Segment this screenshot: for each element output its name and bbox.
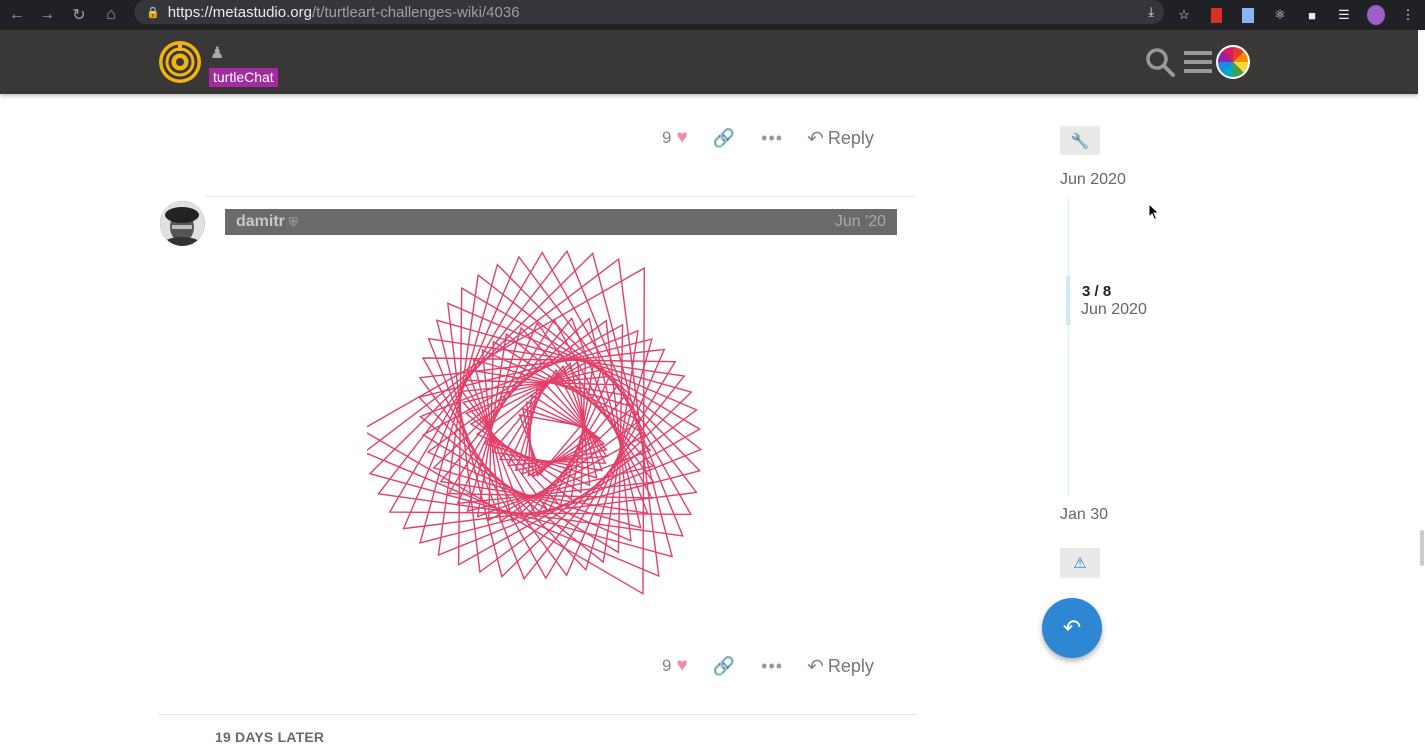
react-extension-icon[interactable]: ⚛ <box>1271 6 1289 24</box>
profile-avatar-icon[interactable] <box>1367 5 1385 25</box>
prev-post-actions: 9 ♥ 🔗 ••• ↶ Reply <box>662 123 874 153</box>
install-icon[interactable]: ⤓ <box>1148 4 1154 20</box>
timeline-start-date[interactable]: Jun 2020 <box>1060 171 1126 189</box>
category-badge[interactable]: turtleChat <box>209 68 278 87</box>
browser-menu-icon[interactable]: ⋮ <box>1399 6 1417 24</box>
time-gap-label: 19 DAYS LATER <box>215 729 325 745</box>
scrollbar[interactable] <box>1418 30 1425 752</box>
puzzle-extension-icon[interactable]: ■ <box>1303 6 1321 24</box>
wrench-icon[interactable]: 🔧 <box>1060 126 1100 155</box>
address-bar[interactable]: 🔒 https://metastudio.org/t/turtleart-cha… <box>134 0 1164 24</box>
mouse-cursor <box>1148 203 1160 221</box>
spiral-triangle <box>367 266 646 595</box>
url-host: https://metastudio.org <box>167 3 312 21</box>
back-icon[interactable]: ← <box>2 0 32 30</box>
bookmark-extension-icon[interactable] <box>1207 6 1225 24</box>
search-icon[interactable] <box>1145 47 1175 77</box>
post-date[interactable]: Jun '20 <box>835 213 886 231</box>
reload-icon[interactable]: ↻ <box>64 0 94 30</box>
timeline-handle[interactable] <box>1066 276 1070 325</box>
timeline-position-date: Jun 2020 <box>1081 301 1147 318</box>
user-avatar[interactable] <box>1216 45 1250 79</box>
reply-icon: ↶ <box>807 655 824 678</box>
link-icon[interactable]: 🔗 <box>713 128 735 149</box>
site-header: ♟ turtleChat <box>0 30 1418 94</box>
lock-icon: 🔒 <box>146 6 160 19</box>
url-path: /t/turtleart-challenges-wiki/4036 <box>311 3 520 21</box>
author-photo <box>160 201 205 246</box>
heart-icon[interactable]: ♥ <box>676 127 687 149</box>
author-avatar[interactable] <box>160 201 205 246</box>
post-image[interactable] <box>367 250 743 610</box>
media-queue-icon[interactable]: ☰ <box>1335 6 1353 24</box>
post-header: damitr ⛨ Jun '20 <box>225 209 897 235</box>
like-count[interactable]: 9 <box>662 128 671 148</box>
post-divider <box>205 196 916 197</box>
home-icon[interactable]: ⌂ <box>96 0 126 30</box>
username[interactable]: damitr <box>236 213 285 231</box>
post-divider <box>158 714 917 715</box>
timeline-position: 3 / 8 <box>1082 283 1112 300</box>
reply-label: Reply <box>827 655 874 676</box>
reply-icon: ↶ <box>807 127 824 150</box>
more-icon[interactable]: ••• <box>761 128 783 149</box>
star-icon[interactable]: ☆ <box>1175 6 1193 24</box>
reply-label: Reply <box>827 127 874 148</box>
timeline-track[interactable] <box>1068 198 1069 496</box>
shield-icon: ⛨ <box>288 214 298 229</box>
hamburger-menu-icon[interactable] <box>1184 49 1212 75</box>
site-logo[interactable] <box>158 40 202 84</box>
link-icon[interactable]: 🔗 <box>713 656 735 677</box>
pin-icon: ♟ <box>210 45 225 62</box>
reply-button[interactable]: ↶ Reply <box>807 126 874 151</box>
notification-bell-icon[interactable]: ⚠ <box>1060 548 1100 578</box>
heart-icon[interactable]: ♥ <box>676 655 687 677</box>
forward-icon[interactable]: → <box>32 0 62 30</box>
browser-toolbar: ← → ↻ ⌂ 🔒 https://metastudio.org/t/turtl… <box>0 0 1425 30</box>
timeline-end-date[interactable]: Jan 30 <box>1060 506 1108 524</box>
reply-button[interactable]: ↶ Reply <box>807 654 874 679</box>
scrollbar-thumb[interactable] <box>1420 530 1424 566</box>
docs-extension-icon[interactable] <box>1239 6 1257 24</box>
floating-reply-button[interactable]: ↶ <box>1042 598 1102 658</box>
more-icon[interactable]: ••• <box>761 656 783 677</box>
post-actions: 9 ♥ 🔗 ••• ↶ Reply <box>662 651 874 681</box>
like-count[interactable]: 9 <box>662 656 671 676</box>
